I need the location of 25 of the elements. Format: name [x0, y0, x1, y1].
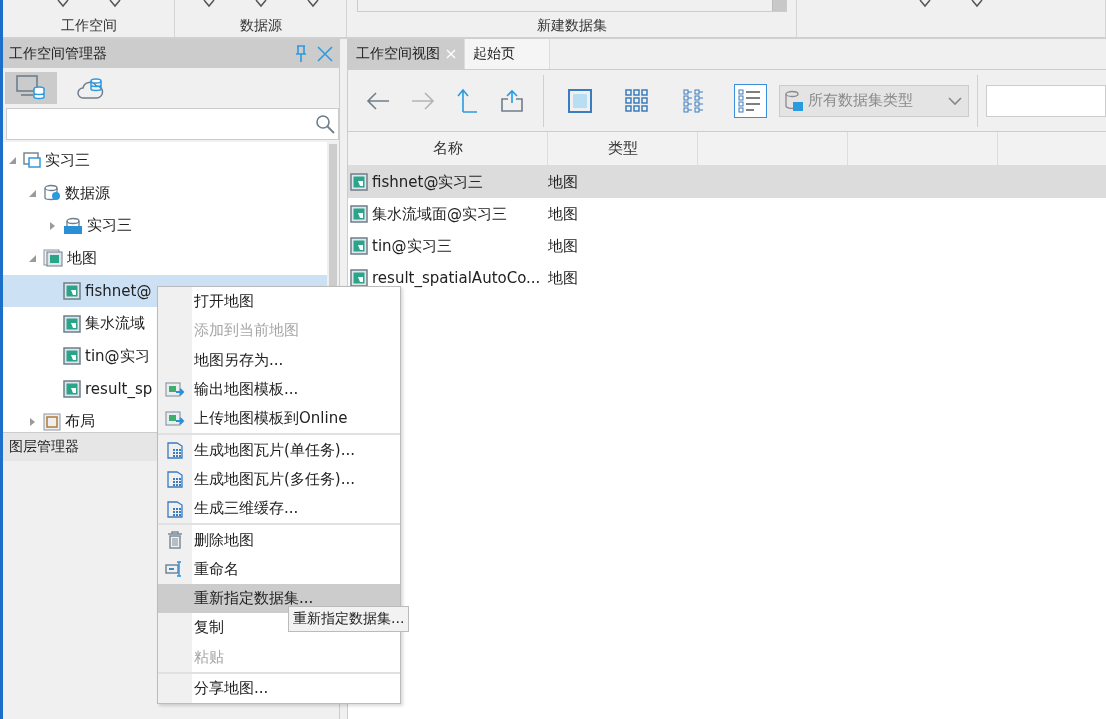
table-cell: 地图: [548, 268, 578, 288]
tree-item-label: 实习三: [45, 150, 90, 170]
tree-item-label: 地图: [67, 248, 97, 268]
table-cell: result_spatialAutoCo...: [372, 269, 541, 287]
table-cell: 地图: [548, 172, 578, 192]
tree-item-label: 集水流域: [85, 314, 145, 334]
tree-item-label: tin@实习: [85, 346, 150, 366]
table-cell: 地图: [548, 236, 578, 256]
tree-item-label: result_sp: [85, 380, 153, 399]
tab-label: 起始页: [473, 45, 515, 63]
tree-item-label: 数据源: [65, 183, 110, 203]
panel-title: 图层管理器: [9, 438, 79, 456]
panel-title: 工作空间管理器: [9, 44, 107, 63]
table-cell: tin@实习三: [372, 236, 452, 256]
table-cell: 地图: [548, 204, 578, 224]
table-cell: 集水流域面@实习三: [372, 204, 507, 224]
tree-item-label: 布局: [65, 412, 95, 432]
tab-label: 工作空间视图: [356, 45, 440, 63]
ribbon-group-label: 新建数据集: [536, 17, 607, 35]
table-cell: fishnet@实习三: [372, 172, 484, 192]
ribbon-group-label: 数据源: [239, 17, 282, 35]
tooltip: 重新指定数据集...: [288, 606, 410, 632]
tree-item-label: 实习三: [87, 216, 132, 236]
tree-item-label: fishnet@: [85, 282, 152, 301]
ribbon-group-label: 工作空间: [60, 17, 117, 35]
